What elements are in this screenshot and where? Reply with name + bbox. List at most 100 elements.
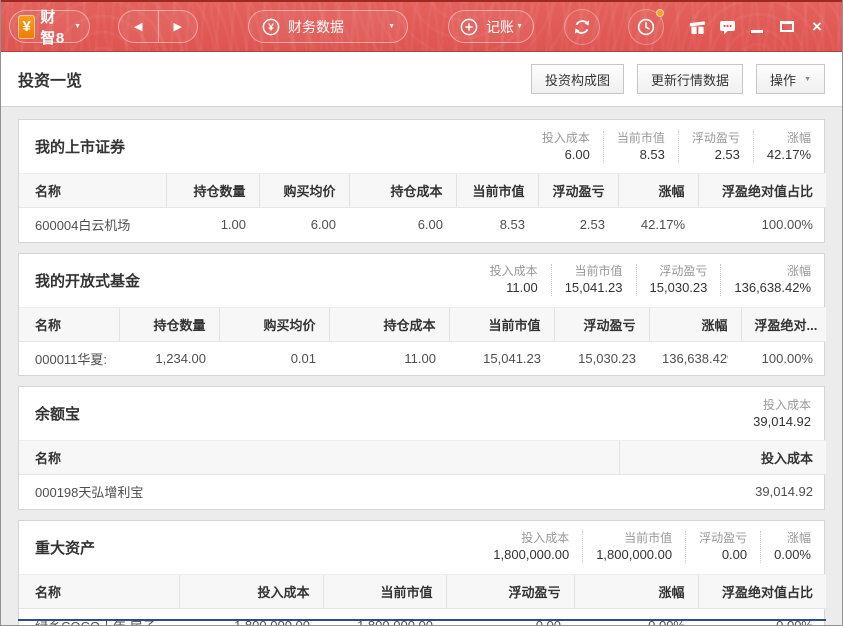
stat-label: 浮动盈亏 — [650, 264, 708, 279]
holding-value-cell: 1,800,000.00 — [323, 608, 446, 626]
column-header: 浮动盈亏 — [446, 574, 574, 608]
column-header: 浮动盈亏 — [538, 174, 618, 208]
stat-value: 0.00% — [774, 546, 811, 563]
stat-label: 浮动盈亏 — [699, 531, 747, 546]
holding-name-cell: 000198天弘增利宝 — [19, 475, 619, 509]
holding-value-cell: 15,041.23 — [449, 341, 554, 375]
feedback-button[interactable] — [717, 17, 737, 37]
gift-button[interactable] — [687, 17, 707, 37]
app-logo-icon: ¥ — [18, 15, 35, 39]
nav-forward-button[interactable]: ▶ — [158, 11, 198, 42]
section-title: 我的上市证券 — [35, 136, 125, 157]
holding-value-cell: 8.53 — [456, 208, 538, 242]
plus-circle-icon — [459, 17, 479, 37]
page-title: 投资一览 — [18, 67, 518, 91]
holding-value-cell: 1,800,000.00 — [179, 608, 323, 626]
stat-value: 15,030.23 — [650, 279, 708, 296]
holding-value-cell: 0.00 — [446, 608, 574, 626]
column-header: 持仓数量 — [119, 307, 219, 341]
actions-dropdown-button[interactable]: 操作 ▼ — [756, 64, 825, 94]
nav-arrows: ◀ ▶ — [118, 10, 198, 43]
module-dropdown-label: 财务数据 — [288, 17, 344, 37]
holding-value-cell: 11.00 — [329, 341, 449, 375]
module-dropdown[interactable]: ¥ 财务数据 ▼ — [248, 10, 408, 43]
stat-value: 15,041.23 — [565, 279, 623, 296]
page-header: 投资一览 投资构成图 更新行情数据 操作 ▼ — [1, 52, 842, 107]
section-header: 我的上市证券投入成本6.00当前市值8.53浮动盈亏2.53涨幅42.17% — [19, 120, 824, 173]
stat-label: 投入成本 — [490, 264, 538, 279]
summary-stat: 浮动盈亏15,030.23 — [636, 264, 708, 296]
chat-icon — [718, 18, 737, 36]
holding-value-cell: 1,234.00 — [119, 341, 219, 375]
holding-value-cell: 39,014.92 — [619, 475, 826, 509]
stat-value: 1,800,000.00 — [493, 546, 569, 563]
holding-row[interactable]: 绿乡COCO十年 房子1,800,000.001,800,000.000.000… — [19, 608, 826, 626]
holding-row[interactable]: 000198天弘增利宝39,014.92 — [19, 475, 826, 509]
gift-icon — [688, 18, 707, 36]
holding-name-cell: 000011华夏: — [19, 341, 119, 375]
section-summary-stats: 投入成本39,014.92 — [740, 398, 811, 430]
stat-value: 0.00 — [699, 546, 747, 563]
chevron-down-icon: ▼ — [804, 76, 811, 83]
summary-stat: 当前市值8.53 — [603, 131, 665, 163]
holding-row[interactable]: 600004白云机场1.006.006.008.532.5342.17%100.… — [19, 208, 826, 242]
chevron-down-icon: ▼ — [74, 23, 81, 30]
section-header: 我的开放式基金投入成本11.00当前市值15,041.23浮动盈亏15,030.… — [19, 254, 824, 307]
maximize-button[interactable] — [777, 17, 797, 37]
holding-row[interactable]: 000011华夏:1,234.000.0111.0015,041.2315,03… — [19, 341, 826, 375]
stat-label: 当前市值 — [596, 531, 672, 546]
column-header: 浮盈绝对值占比 — [698, 574, 826, 608]
minimize-button[interactable] — [747, 17, 767, 37]
column-header: 浮盈绝对值占比 — [698, 174, 826, 208]
column-header: 名称 — [19, 574, 179, 608]
composition-chart-button[interactable]: 投资构成图 — [531, 64, 624, 94]
holding-value-cell: 0.00% — [698, 608, 826, 626]
stat-label: 浮动盈亏 — [692, 131, 740, 146]
stat-label: 当前市值 — [565, 264, 623, 279]
app-menu-button[interactable]: ¥ 财智8 ▼ — [9, 10, 90, 43]
holding-value-cell: 15,030.23 — [554, 341, 649, 375]
holding-value-cell: 1.00 — [166, 208, 259, 242]
stat-label: 投入成本 — [753, 398, 811, 413]
section-summary-stats: 投入成本1,800,000.00当前市值1,800,000.00浮动盈亏0.00… — [480, 531, 811, 563]
summary-stat: 当前市值1,800,000.00 — [582, 531, 672, 563]
column-header: 当前市值 — [323, 574, 446, 608]
summary-stat: 涨幅0.00% — [760, 531, 811, 563]
history-button[interactable] — [628, 9, 664, 45]
update-quotes-button[interactable]: 更新行情数据 — [637, 64, 743, 94]
summary-stat: 当前市值15,041.23 — [551, 264, 623, 296]
chevron-down-icon: ▼ — [516, 23, 523, 30]
add-record-button[interactable]: 记账 ▼ — [448, 10, 534, 43]
column-header: 浮盈绝对... — [741, 307, 826, 341]
section-summary-stats: 投入成本11.00当前市值15,041.23浮动盈亏15,030.23涨幅136… — [477, 264, 811, 296]
holding-value-cell: 136,638.42% — [649, 341, 741, 375]
window-bottom-edge — [18, 619, 826, 621]
svg-text:¥: ¥ — [268, 22, 274, 33]
clock-icon — [636, 17, 656, 37]
stat-label: 涨幅 — [774, 531, 811, 546]
section-header: 重大资产投入成本1,800,000.00当前市值1,800,000.00浮动盈亏… — [19, 521, 824, 574]
column-header: 当前市值 — [449, 307, 554, 341]
column-header: 持仓成本 — [329, 307, 449, 341]
close-button[interactable]: × — [807, 17, 827, 37]
titlebar: ¥ 财智8 ▼ ◀ ▶ ¥ 财务数据 ▼ 记账 ▼ — [1, 0, 842, 52]
stat-value: 11.00 — [490, 279, 538, 296]
column-header: 名称 — [19, 441, 619, 475]
stat-value: 1,800,000.00 — [596, 546, 672, 563]
investment-section: 重大资产投入成本1,800,000.00当前市值1,800,000.00浮动盈亏… — [18, 520, 825, 626]
window-controls: × — [677, 17, 842, 37]
stat-label: 涨幅 — [767, 131, 811, 146]
column-header: 涨幅 — [574, 574, 698, 608]
section-summary-stats: 投入成本6.00当前市值8.53浮动盈亏2.53涨幅42.17% — [529, 131, 811, 163]
summary-stat: 涨幅42.17% — [753, 131, 811, 163]
chevron-down-icon: ▼ — [388, 23, 395, 30]
summary-stat: 投入成本39,014.92 — [740, 398, 811, 430]
column-header: 涨幅 — [618, 174, 698, 208]
holding-value-cell: 42.17% — [618, 208, 698, 242]
column-header: 持仓数量 — [166, 174, 259, 208]
actions-label: 操作 — [770, 70, 796, 89]
stat-value: 42.17% — [767, 146, 811, 163]
add-record-label: 记账 — [486, 17, 514, 37]
refresh-button[interactable] — [564, 9, 600, 45]
nav-back-button[interactable]: ◀ — [119, 11, 158, 42]
